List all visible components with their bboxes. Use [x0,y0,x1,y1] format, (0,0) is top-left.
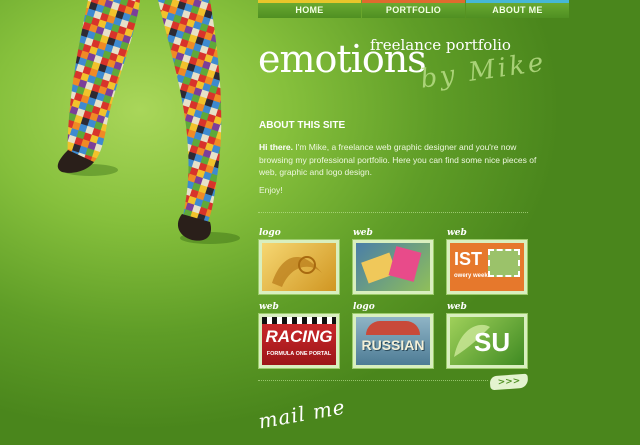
mail-me-link[interactable]: mail me [257,395,348,434]
more-arrow-button[interactable]: >>> [489,373,529,391]
checkered-flag-icon [262,317,336,324]
about-intro-text: I'm Mike, a freelance web graphic design… [259,142,537,177]
thumb-4-subtext: FORMULA ONE PORTAL [266,351,332,357]
striped-legs-illustration [57,0,240,244]
stamp-icon [488,249,520,277]
dome-icon [366,321,420,335]
portfolio-thumb-3[interactable]: IST owery week [447,240,527,294]
portfolio-thumb-1[interactable] [259,240,339,294]
site-title: emotions [258,37,427,81]
thumb-label: web [259,302,279,312]
thumb-label: web [447,228,467,238]
divider [258,212,528,214]
portfolio-thumb-5[interactable]: RUSSIAN [353,314,433,368]
thumb-4-text: RACING [265,327,333,346]
main-nav: HOME PORTFOLIO ABOUT ME [258,0,570,20]
nav-portfolio-link[interactable]: PORTFOLIO [362,0,465,18]
about-text: Hi there. I'm Mike, a freelance web grap… [259,141,539,179]
portfolio-thumb-2[interactable] [353,240,433,294]
thumb-label: logo [259,228,281,238]
thumb-5-text: RUSSIAN [361,337,425,353]
divider [258,380,488,382]
thumb-label: logo [353,302,375,312]
nav-about-link[interactable]: ABOUT ME [466,0,569,18]
about-enjoy: Enjoy! [259,185,283,195]
about-intro-bold: Hi there. [259,142,294,152]
about-heading: ABOUT THIS SITE [259,120,346,131]
portfolio-thumb-4[interactable]: RACING FORMULA ONE PORTAL [259,314,339,368]
thumb-6-text: SU [474,327,511,357]
thumb-label: web [353,228,373,238]
portfolio-thumb-6[interactable]: SU [447,314,527,368]
byline: by Mike [418,47,549,95]
thumb-label: web [447,302,467,312]
